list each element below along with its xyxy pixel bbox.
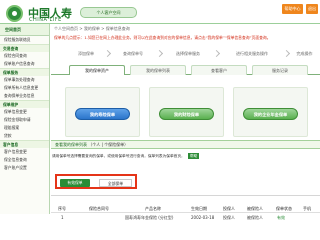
tab-policy-assets[interactable]: 我的保单资产 (69, 65, 125, 75)
section-title: 查看我的保单列表 (55, 142, 87, 147)
sidebar-item[interactable]: 保险金领取申请 (0, 116, 49, 124)
policy-card: 我的财险保单 (149, 87, 224, 137)
sidebar-group[interactable]: 保单维护 (0, 100, 49, 108)
tab-policy-list[interactable]: 我的保单列表 (130, 65, 186, 75)
active-policy-filter[interactable]: 有效保单 (60, 179, 90, 187)
help-center-button[interactable]: 帮助中心 (282, 4, 303, 14)
chevron-right-icon (282, 49, 291, 58)
table-header: 生效日期 (191, 206, 207, 211)
main-content: 个人空间首页 > 我的保单 > 保单信息查询 保单的几点提示：1.如您已在网上办… (51, 24, 320, 220)
tab-view-customer[interactable]: 查看客户 (191, 65, 247, 75)
table-cell: 投保人 (223, 215, 235, 220)
sidebar-item[interactable]: 保单账户信息查询 (0, 60, 49, 68)
sidebar-item[interactable]: 理赔报案 (0, 124, 49, 132)
sidebar-item[interactable]: 保全信息查询 (0, 156, 49, 164)
step: 选择保单服务 (176, 51, 200, 56)
sidebar-title[interactable]: 空间首页 (0, 24, 49, 36)
section-note-text: 请用保单号选择需要查询的保单，或使用保单号进行查询，保单列表为保单首页， (52, 154, 185, 158)
sidebar-item[interactable]: 客户账户设置 (0, 164, 49, 172)
sidebar: 空间首页 保险服务联络员 交易查询 保险合同查询 保单账户信息查询 保单服务 保… (0, 24, 50, 214)
section-header: 查看我的保单列表 （个人 | 个保险保单） (51, 140, 320, 149)
policy-card: 我的寿险保单 (65, 87, 140, 137)
life-policy-button[interactable]: 我的寿险保单 (75, 108, 130, 120)
sidebar-item[interactable]: 查询保单业务信息 (0, 92, 49, 100)
step: 查询保单号 (123, 51, 143, 56)
step: 添加保单 (78, 51, 94, 56)
policy-card: 我的企业年金保单 (233, 87, 308, 137)
section-note: 请用保单号选择需要查询的保单，或使用保单号进行查询，保单列表为保单首页， 帮助 (52, 151, 320, 161)
policy-table: 序号 保险合同号 产品名称 生效日期 投保人 被保险人 保单状态 手机 1 国寿… (51, 195, 320, 238)
table-header: 手机 (303, 206, 311, 211)
help-button[interactable]: 帮助 (187, 153, 200, 159)
customer-space-tab[interactable]: 个人客户空间 (80, 7, 137, 18)
breadcrumb: 个人空间首页 > 我的保单 > 保单信息查询 (54, 26, 130, 31)
table-header: 保险合同号 (89, 206, 109, 211)
table-cell: 国寿鸿寿年金保险 (分红型) (125, 215, 174, 220)
table-header: 序号 (58, 206, 66, 211)
sidebar-item[interactable]: 客户信息变更 (0, 148, 49, 156)
table-header: 保单状态 (276, 206, 292, 211)
chevron-right-icon (212, 49, 221, 58)
tab-service-records[interactable]: 服务记录 (252, 65, 308, 75)
table-header: 产品名称 (145, 206, 161, 211)
table-cell: 2002-03-18 (191, 215, 215, 220)
annuity-policy-button[interactable]: 我的企业年金保单 (243, 108, 298, 120)
sidebar-item[interactable]: 保单信息变更 (0, 108, 49, 116)
table-header: 投保人 (223, 206, 235, 211)
table-header: 被保险人 (247, 206, 263, 211)
sidebar-group[interactable]: 客户信息 (0, 140, 49, 148)
sidebar-item[interactable]: 保险服务联络员 (0, 36, 49, 44)
brand-name-en: CHINA LIFE (29, 17, 62, 23)
notice-text: 保单的几点提示：1.如您已在网上办理此业务，则可以在此查询到对应的保单信息，请点… (54, 35, 271, 40)
sidebar-group[interactable]: 交易查询 (0, 44, 49, 52)
table-cell: 被保险人 (247, 215, 263, 220)
filter-box: 有效保单 全部保单 (55, 174, 137, 189)
table-cell: 1 (61, 215, 64, 220)
top-header: 中国人寿 CHINA LIFE 个人客户空间 帮助中心 退出 (0, 0, 320, 24)
table-cell: 有效 (277, 215, 285, 220)
property-policy-button[interactable]: 我的财险保单 (159, 108, 214, 120)
section-subtitle: （个人 | 个保险保单） (88, 142, 129, 147)
step: 完成操作 (296, 51, 313, 56)
asset-tabs: 我的保单资产 我的保单列表 查看客户 服务记录 (51, 62, 320, 75)
row-divider (51, 212, 320, 213)
logout-button[interactable]: 退出 (306, 4, 318, 14)
sidebar-group[interactable]: 保单服务 (0, 68, 49, 76)
sidebar-item[interactable]: 保险合同查询 (0, 52, 49, 60)
step: 进行相关服务操作 (236, 51, 268, 56)
sidebar-item[interactable]: 保单所有人信息变更 (0, 84, 49, 92)
sidebar-item[interactable]: 保单事务处理查询 (0, 76, 49, 84)
all-policy-filter[interactable]: 全部保单 (99, 179, 132, 187)
sidebar-item[interactable]: 贷款 (0, 132, 49, 140)
process-steps: 添加保单 查询保单号 选择保单服务 进行相关服务操作 完成操作 (51, 47, 320, 62)
china-life-logo (6, 5, 23, 22)
chevron-right-icon (103, 49, 112, 58)
chevron-right-icon (155, 49, 164, 58)
